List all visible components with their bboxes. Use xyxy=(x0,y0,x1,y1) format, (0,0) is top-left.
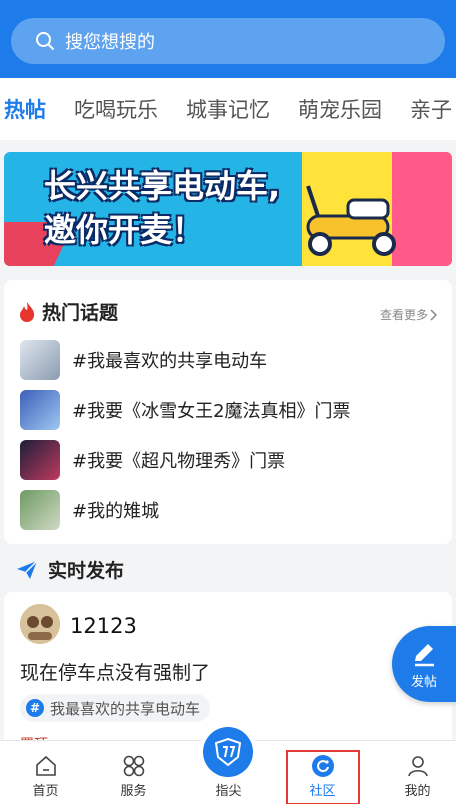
chevron-right-icon xyxy=(430,308,438,321)
search-input[interactable]: 搜您想搜的 xyxy=(11,18,445,64)
fingertip-center-button[interactable] xyxy=(203,727,253,777)
post-content: 现在停车点没有强制了 xyxy=(20,662,211,684)
nav-services[interactable]: 服务 xyxy=(88,741,179,804)
banner-line-2: 邀你开麦！ xyxy=(44,211,205,249)
post-topic-tag[interactable]: # 我最喜欢的共享电动车 xyxy=(20,694,211,722)
topic-thumbnail xyxy=(20,340,60,380)
scooter-icon xyxy=(306,185,396,256)
hashtag-icon: # xyxy=(26,699,44,717)
user-icon xyxy=(407,756,428,777)
paper-plane-icon xyxy=(17,559,38,579)
topic-thumbnail xyxy=(20,490,60,530)
topic-thumbnail xyxy=(20,440,60,480)
home-icon xyxy=(35,755,56,776)
header: 搜您想搜的 xyxy=(0,0,456,78)
topic-label: #我要《冰雪女王2魔法真相》门票 xyxy=(72,401,351,422)
topic-label: #我要《超凡物理秀》门票 xyxy=(72,451,286,472)
hot-topics-header: 热门话题 xyxy=(18,298,118,325)
promo-banner[interactable]: 长兴共享电动车, 邀你开麦！ xyxy=(4,152,452,266)
realtime-header: 实时发布 xyxy=(16,556,124,583)
banner-line-1: 长兴共享电动车, xyxy=(44,167,281,205)
topic-item[interactable]: #我最喜欢的共享电动车 xyxy=(20,340,267,380)
nav-profile-label: 我的 xyxy=(404,784,431,799)
tab-parenting[interactable]: 亲子 xyxy=(396,94,456,124)
category-tabs: 热帖 吃喝玩乐 城事记忆 萌宠乐园 亲子 xyxy=(0,78,456,140)
banner-text: 长兴共享电动车, 邀你开麦！ xyxy=(44,164,280,252)
fire-icon xyxy=(20,301,35,322)
nav-services-label: 服务 xyxy=(120,784,147,799)
nav-home[interactable]: 首页 xyxy=(0,741,91,804)
search-placeholder: 搜您想搜的 xyxy=(65,32,155,53)
topic-thumbnail xyxy=(20,390,60,430)
tab-food-fun[interactable]: 吃喝玩乐 xyxy=(60,94,172,124)
hot-topics-card: 热门话题 查看更多 #我最喜欢的共享电动车 #我要《冰雪女王2魔法真相》门票 #… xyxy=(4,280,452,544)
topic-label: #我的雉城 xyxy=(72,501,160,522)
pencil-icon xyxy=(415,643,434,666)
nav-profile[interactable]: 我的 xyxy=(372,741,456,804)
tab-pets[interactable]: 萌宠乐园 xyxy=(284,94,396,124)
grid-icon xyxy=(123,755,144,777)
topic-item[interactable]: #我要《超凡物理秀》门票 xyxy=(20,440,285,480)
nav-home-label: 首页 xyxy=(32,784,59,799)
search-icon xyxy=(36,32,54,50)
post-tag-label: 我最喜欢的共享电动车 xyxy=(50,699,201,718)
tab-city-memory[interactable]: 城事记忆 xyxy=(172,94,284,124)
bottom-nav: 首页 服务 指尖 社区 我的 xyxy=(0,727,456,804)
view-more-label: 查看更多 xyxy=(379,308,428,322)
logo-icon xyxy=(214,737,242,767)
topic-item[interactable]: #我要《冰雪女王2魔法真相》门票 xyxy=(20,390,351,430)
tab-hot[interactable]: 热帖 xyxy=(0,94,60,124)
topic-item[interactable]: #我的雉城 xyxy=(20,490,159,530)
new-post-label: 发帖 xyxy=(410,674,437,690)
view-more-link[interactable]: 查看更多 xyxy=(380,306,438,323)
topic-label: #我最喜欢的共享电动车 xyxy=(72,351,268,372)
avatar[interactable] xyxy=(20,604,60,644)
nav-fingertip-label: 指尖 xyxy=(215,784,242,799)
post-username[interactable]: 12123 xyxy=(70,614,137,638)
hot-topics-title: 热门话题 xyxy=(42,302,119,324)
realtime-title: 实时发布 xyxy=(48,560,125,582)
selection-highlight xyxy=(286,750,360,804)
